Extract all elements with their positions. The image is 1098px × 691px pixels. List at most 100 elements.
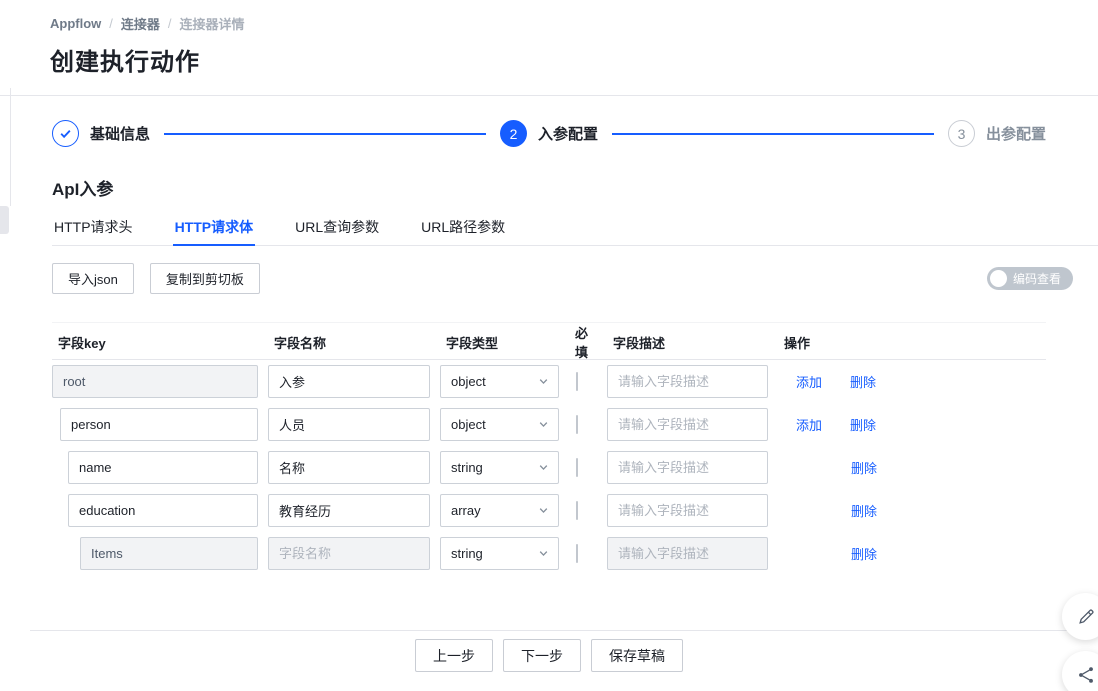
tab-http-request-body[interactable]: HTTP请求体: [173, 211, 256, 245]
field-description-input[interactable]: [607, 494, 768, 527]
required-checkbox[interactable]: [576, 415, 578, 434]
header-field-name: 字段名称: [268, 333, 430, 352]
tab-url-path-params[interactable]: URL路径参数: [419, 211, 507, 245]
field-name-input[interactable]: [268, 494, 430, 527]
field-type-value: array: [451, 503, 481, 518]
breadcrumb-item-appflow[interactable]: Appflow: [50, 16, 101, 31]
field-description-input[interactable]: [607, 537, 768, 570]
delete-field-link[interactable]: 删除: [850, 372, 876, 391]
field-type-select[interactable]: object: [440, 408, 559, 441]
page-header: Appflow / 连接器 / 连接器详情 创建执行动作: [0, 0, 1098, 96]
field-type-select[interactable]: string: [440, 537, 559, 570]
left-panel-divider: [10, 88, 11, 206]
delete-field-link[interactable]: 删除: [851, 501, 877, 520]
chevron-down-icon: [538, 548, 549, 559]
field-name-input[interactable]: [268, 451, 430, 484]
required-checkbox[interactable]: [576, 372, 578, 391]
chevron-down-icon: [538, 419, 549, 430]
add-field-link[interactable]: 添加: [796, 372, 822, 391]
fields-table: 字段key 字段名称 字段类型 必填 字段描述 操作 object: [52, 322, 1046, 575]
field-description-input[interactable]: [607, 451, 768, 484]
breadcrumb-item-connector[interactable]: 连接器: [121, 14, 160, 33]
table-row: string 删除: [52, 532, 1046, 575]
encode-view-toggle[interactable]: 编码查看: [987, 267, 1073, 290]
step-connector: [164, 133, 486, 135]
chevron-down-icon: [538, 505, 549, 516]
step-label: 出参配置: [986, 123, 1046, 144]
step-pending-circle: 3: [948, 120, 975, 147]
pencil-icon: [1076, 607, 1096, 627]
delete-field-link[interactable]: 删除: [851, 458, 877, 477]
field-type-value: string: [451, 546, 483, 561]
add-field-link[interactable]: 添加: [796, 415, 822, 434]
header-actions: 操作: [778, 333, 1046, 352]
step-input-config[interactable]: 2 入参配置: [500, 120, 598, 147]
breadcrumb: Appflow / 连接器 / 连接器详情: [50, 14, 1098, 33]
header-field-key: 字段key: [52, 333, 258, 352]
collapsed-panel-handle[interactable]: [0, 206, 9, 234]
footer-divider: [30, 630, 1098, 631]
step-output-config[interactable]: 3 出参配置: [948, 120, 1046, 147]
table-row: array 删除: [52, 489, 1046, 532]
empty-action-slot: [796, 501, 823, 520]
delete-field-link[interactable]: 删除: [851, 544, 877, 563]
field-key-input[interactable]: [68, 494, 258, 527]
step-label: 基础信息: [90, 123, 150, 144]
field-type-select[interactable]: array: [440, 494, 559, 527]
field-type-value: object: [451, 417, 486, 432]
page: Appflow / 连接器 / 连接器详情 创建执行动作 基础信息 2 入参配置…: [0, 0, 1098, 691]
toolbar: 导入json 复制到剪切板 编码查看: [52, 263, 1046, 294]
import-json-button[interactable]: 导入json: [52, 263, 134, 294]
field-name-input[interactable]: [268, 408, 430, 441]
save-draft-button[interactable]: 保存草稿: [591, 639, 683, 672]
step-label: 入参配置: [538, 123, 598, 144]
breadcrumb-separator: /: [109, 16, 113, 31]
check-icon: [59, 127, 72, 140]
next-step-button[interactable]: 下一步: [503, 639, 581, 672]
field-name-input[interactable]: [268, 537, 430, 570]
step-done-circle: [52, 120, 79, 147]
empty-action-slot: [796, 458, 823, 477]
chevron-down-icon: [538, 376, 549, 387]
field-description-input[interactable]: [607, 365, 768, 398]
field-name-input[interactable]: [268, 365, 430, 398]
field-type-select[interactable]: object: [440, 365, 559, 398]
toggle-knob-icon: [990, 270, 1007, 287]
tabs-bar: HTTP请求头 HTTP请求体 URL查询参数 URL路径参数: [52, 211, 1098, 246]
copy-clipboard-button[interactable]: 复制到剪切板: [150, 263, 260, 294]
step-basic-info[interactable]: 基础信息: [52, 120, 150, 147]
previous-step-button[interactable]: 上一步: [415, 639, 493, 672]
field-key-input[interactable]: [52, 365, 258, 398]
footer-actions: 上一步 下一步 保存草稿: [52, 639, 1046, 672]
required-checkbox[interactable]: [576, 544, 578, 563]
share-icon: [1076, 665, 1096, 685]
field-key-input[interactable]: [60, 408, 258, 441]
chevron-down-icon: [538, 462, 549, 473]
field-key-input[interactable]: [68, 451, 258, 484]
step-active-circle: 2: [500, 120, 527, 147]
header-field-type: 字段类型: [440, 333, 559, 352]
page-title: 创建执行动作: [50, 42, 1098, 77]
breadcrumb-separator: /: [168, 16, 172, 31]
toggle-label: 编码查看: [1013, 270, 1061, 287]
steps-bar: 基础信息 2 入参配置 3 出参配置: [52, 120, 1046, 147]
table-row: string 删除: [52, 446, 1046, 489]
required-checkbox[interactable]: [576, 501, 578, 520]
header-required: 必填: [569, 323, 597, 361]
field-key-input[interactable]: [80, 537, 258, 570]
delete-field-link[interactable]: 删除: [850, 415, 876, 434]
section-title-api-input: ApI入参: [52, 175, 1046, 197]
field-type-select[interactable]: string: [440, 451, 559, 484]
breadcrumb-item-connector-detail: 连接器详情: [180, 14, 245, 33]
field-description-input[interactable]: [607, 408, 768, 441]
tab-http-request-headers[interactable]: HTTP请求头: [52, 211, 135, 245]
table-row: object 添加 删除: [52, 403, 1046, 446]
field-type-value: string: [451, 460, 483, 475]
required-checkbox[interactable]: [576, 458, 578, 477]
field-type-value: object: [451, 374, 486, 389]
header-field-description: 字段描述: [607, 333, 768, 352]
empty-action-slot: [796, 544, 823, 563]
tab-url-query-params[interactable]: URL查询参数: [293, 211, 381, 245]
table-row: object 添加 删除: [52, 360, 1046, 403]
step-connector: [612, 133, 934, 135]
